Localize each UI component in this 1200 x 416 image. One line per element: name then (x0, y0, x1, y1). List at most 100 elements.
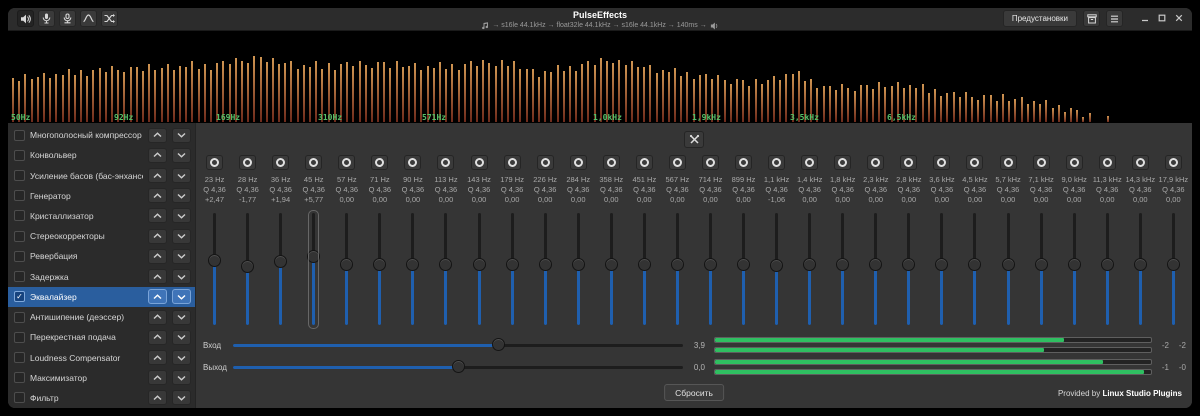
effect-checkbox[interactable] (14, 170, 25, 182)
band-settings-button[interactable] (966, 155, 984, 170)
slider-handle[interactable] (439, 257, 453, 271)
move-down-button[interactable] (172, 370, 191, 386)
slider-handle[interactable] (1034, 257, 1048, 271)
effect-checkbox[interactable] (14, 149, 25, 161)
slider-handle[interactable] (451, 360, 465, 373)
sidebar-item-row[interactable]: ✓ Эквалайзер (8, 286, 195, 307)
effect-checkbox[interactable] (14, 190, 25, 202)
main-menu-button[interactable] (1106, 10, 1123, 27)
move-up-button[interactable] (148, 370, 167, 386)
band-gain-slider[interactable] (703, 213, 718, 339)
band-gain-slider[interactable] (901, 213, 916, 339)
move-up-button[interactable] (148, 350, 167, 366)
slider-handle[interactable] (1100, 257, 1114, 271)
slider-handle[interactable] (935, 257, 949, 271)
effect-checkbox[interactable] (14, 392, 25, 404)
band-gain-slider[interactable] (736, 213, 751, 339)
effect-checkbox[interactable] (14, 331, 25, 343)
band-gain-slider[interactable] (604, 213, 619, 339)
sidebar-item-row[interactable]: Усиление басов (бас-энхансер) (8, 165, 195, 185)
sidebar-item-row[interactable]: Многополосный компрессор (8, 125, 195, 145)
move-down-button[interactable] (172, 168, 191, 184)
band-settings-button[interactable] (1065, 155, 1083, 170)
band-settings-button[interactable] (768, 155, 786, 170)
output-gain-slider[interactable] (233, 360, 683, 374)
slider-handle[interactable] (505, 257, 519, 271)
band-gain-slider[interactable] (1133, 213, 1148, 339)
band-gain-slider[interactable] (967, 213, 982, 339)
band-settings-button[interactable] (602, 155, 620, 170)
effect-checkbox[interactable] (14, 271, 25, 283)
band-settings-button[interactable] (735, 155, 753, 170)
move-down-button[interactable] (172, 208, 191, 224)
band-settings-button[interactable] (371, 155, 389, 170)
save-preset-button[interactable] (1083, 10, 1100, 27)
slider-handle[interactable] (571, 257, 585, 271)
sidebar-item-row[interactable]: Максимизатор (8, 368, 195, 388)
move-up-button[interactable] (148, 390, 167, 406)
slider-handle[interactable] (1133, 257, 1147, 271)
band-settings-button[interactable] (470, 155, 488, 170)
slider-handle[interactable] (208, 254, 222, 268)
band-gain-slider[interactable] (472, 213, 487, 339)
band-settings-button[interactable] (338, 155, 356, 170)
band-settings-button[interactable] (867, 155, 885, 170)
sidebar-item-row[interactable]: Генератор (8, 186, 195, 206)
move-down-button[interactable] (172, 147, 191, 163)
move-up-button[interactable] (148, 289, 167, 305)
equalizer-settings-button[interactable] (684, 131, 704, 148)
band-gain-slider[interactable] (1034, 213, 1049, 339)
slider-handle[interactable] (803, 257, 817, 271)
band-gain-slider[interactable] (273, 213, 288, 339)
band-settings-button[interactable] (272, 155, 290, 170)
band-gain-slider[interactable] (934, 213, 949, 339)
sidebar-item-row[interactable]: Задержка (8, 267, 195, 287)
band-gain-slider[interactable] (571, 213, 586, 339)
band-gain-slider[interactable] (405, 213, 420, 339)
move-up-button[interactable] (148, 228, 167, 244)
move-down-button[interactable] (172, 228, 191, 244)
band-gain-slider[interactable] (207, 213, 222, 339)
move-down-button[interactable] (172, 269, 191, 285)
band-settings-button[interactable] (999, 155, 1017, 170)
slider-handle[interactable] (968, 257, 982, 271)
effect-checkbox[interactable] (14, 129, 25, 141)
slider-handle[interactable] (604, 257, 618, 271)
effect-checkbox[interactable]: ✓ (14, 291, 25, 303)
band-settings-button[interactable] (635, 155, 653, 170)
band-gain-slider[interactable] (835, 213, 850, 339)
sidebar-item-row[interactable]: Кристаллизатор (8, 206, 195, 226)
sidebar-item-row[interactable]: Loudness Compensator (8, 347, 195, 367)
slider-handle[interactable] (274, 254, 288, 268)
band-gain-slider[interactable] (1001, 213, 1016, 339)
move-down-button[interactable] (172, 350, 191, 366)
band-settings-button[interactable] (933, 155, 951, 170)
band-settings-button[interactable] (503, 155, 521, 170)
effect-checkbox[interactable] (14, 311, 25, 323)
effect-checkbox[interactable] (14, 352, 25, 364)
band-settings-button[interactable] (1098, 155, 1116, 170)
slider-handle[interactable] (902, 257, 916, 271)
move-up-button[interactable] (148, 248, 167, 264)
slider-handle[interactable] (373, 257, 387, 271)
slider-handle[interactable] (670, 257, 684, 271)
band-gain-slider[interactable] (306, 210, 321, 339)
slider-handle[interactable] (737, 257, 751, 271)
move-down-button[interactable] (172, 188, 191, 204)
slider-handle[interactable] (869, 257, 883, 271)
effect-checkbox[interactable] (14, 230, 25, 242)
band-gain-slider[interactable] (868, 213, 883, 339)
band-settings-button[interactable] (206, 155, 224, 170)
move-up-button[interactable] (148, 188, 167, 204)
slider-handle[interactable] (406, 257, 420, 271)
band-settings-button[interactable] (1032, 155, 1050, 170)
slider-handle[interactable] (538, 257, 552, 271)
slider-handle[interactable] (340, 257, 354, 271)
slider-handle[interactable] (492, 338, 505, 351)
slider-handle[interactable] (637, 257, 651, 271)
band-settings-button[interactable] (536, 155, 554, 170)
band-settings-button[interactable] (404, 155, 422, 170)
band-settings-button[interactable] (305, 155, 323, 170)
band-gain-slider[interactable] (339, 213, 354, 339)
band-settings-button[interactable] (437, 155, 455, 170)
